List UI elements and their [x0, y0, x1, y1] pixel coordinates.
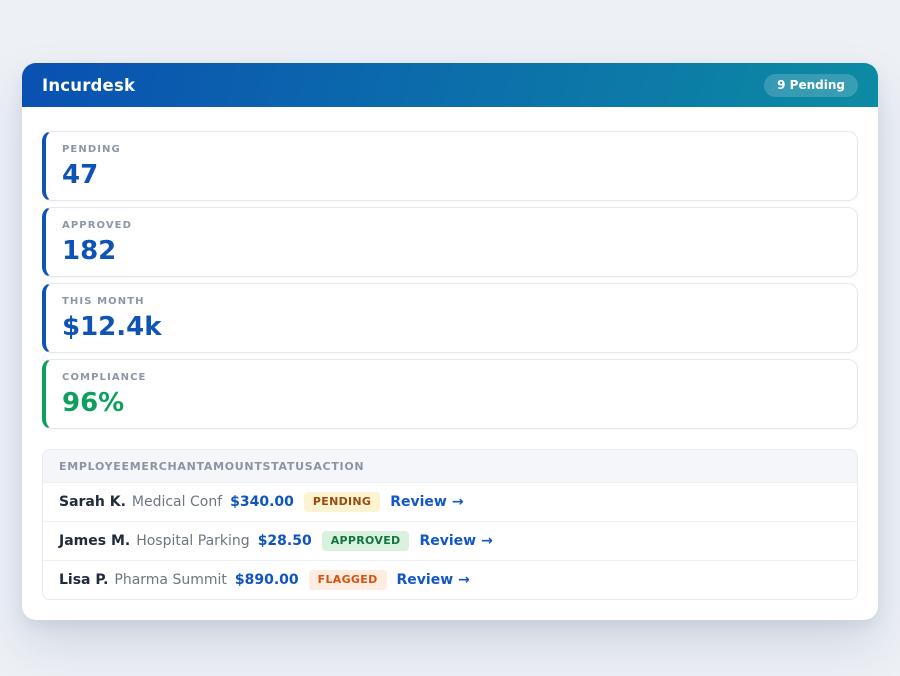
arrow-right-icon: →	[481, 533, 493, 549]
table-row: James M. Hospital Parking $28.50 APPROVE…	[43, 521, 857, 560]
incurdesk-app-card: Incurdesk 9 Pending PENDING 47 APPROVED …	[22, 63, 878, 620]
app-header: Incurdesk 9 Pending	[22, 63, 878, 107]
stat-card-this-month: THIS MONTH $12.4k	[42, 283, 858, 353]
table-row: Sarah K. Medical Conf $340.00 PENDING Re…	[43, 482, 857, 521]
arrow-right-icon: →	[452, 494, 464, 510]
arrow-right-icon: →	[458, 572, 470, 588]
column-header-amount: AMOUNT	[204, 460, 263, 473]
column-header-merchant: MERCHANT	[130, 460, 204, 473]
pending-count-badge: 9 Pending	[764, 74, 858, 97]
stat-label: COMPLIANCE	[62, 372, 841, 384]
employee-name: James M.	[59, 533, 130, 549]
expense-amount: $340.00	[230, 494, 294, 510]
stat-value: 96%	[62, 387, 841, 419]
employee-name: Sarah K.	[59, 494, 126, 510]
stat-value: 47	[62, 159, 841, 191]
stat-label: THIS MONTH	[62, 296, 841, 308]
review-link-label: Review	[397, 572, 454, 588]
merchant-name: Hospital Parking	[136, 533, 249, 549]
status-badge: PENDING	[304, 492, 380, 512]
expense-table: EMPLOYEEMERCHANTAMOUNTSTATUSACTION Sarah…	[42, 449, 858, 600]
merchant-name: Pharma Summit	[114, 572, 227, 588]
main-content: PENDING 47 APPROVED 182 THIS MONTH $12.4…	[22, 107, 878, 620]
stat-label: APPROVED	[62, 220, 841, 232]
column-header-status: STATUS	[263, 460, 314, 473]
column-header-action: ACTION	[313, 460, 364, 473]
status-badge: FLAGGED	[309, 570, 387, 590]
review-link[interactable]: Review →	[390, 494, 463, 510]
review-link[interactable]: Review →	[397, 572, 470, 588]
review-link[interactable]: Review →	[419, 533, 492, 549]
status-badge: APPROVED	[322, 531, 410, 551]
stats-section: PENDING 47 APPROVED 182 THIS MONTH $12.4…	[42, 131, 858, 429]
review-link-label: Review	[419, 533, 476, 549]
app-title: Incurdesk	[42, 76, 135, 95]
stat-label: PENDING	[62, 144, 841, 156]
table-header-row: EMPLOYEEMERCHANTAMOUNTSTATUSACTION	[43, 450, 857, 482]
stat-card-approved: APPROVED 182	[42, 207, 858, 277]
table-row: Lisa P. Pharma Summit $890.00 FLAGGED Re…	[43, 560, 857, 599]
stat-value: $12.4k	[62, 311, 841, 343]
merchant-name: Medical Conf	[132, 494, 222, 510]
employee-name: Lisa P.	[59, 572, 108, 588]
review-link-label: Review	[390, 494, 447, 510]
expense-amount: $28.50	[258, 533, 312, 549]
stat-value: 182	[62, 235, 841, 267]
expense-amount: $890.00	[235, 572, 299, 588]
stat-card-compliance: COMPLIANCE 96%	[42, 359, 858, 429]
stat-card-pending: PENDING 47	[42, 131, 858, 201]
column-header-employee: EMPLOYEE	[59, 460, 130, 473]
